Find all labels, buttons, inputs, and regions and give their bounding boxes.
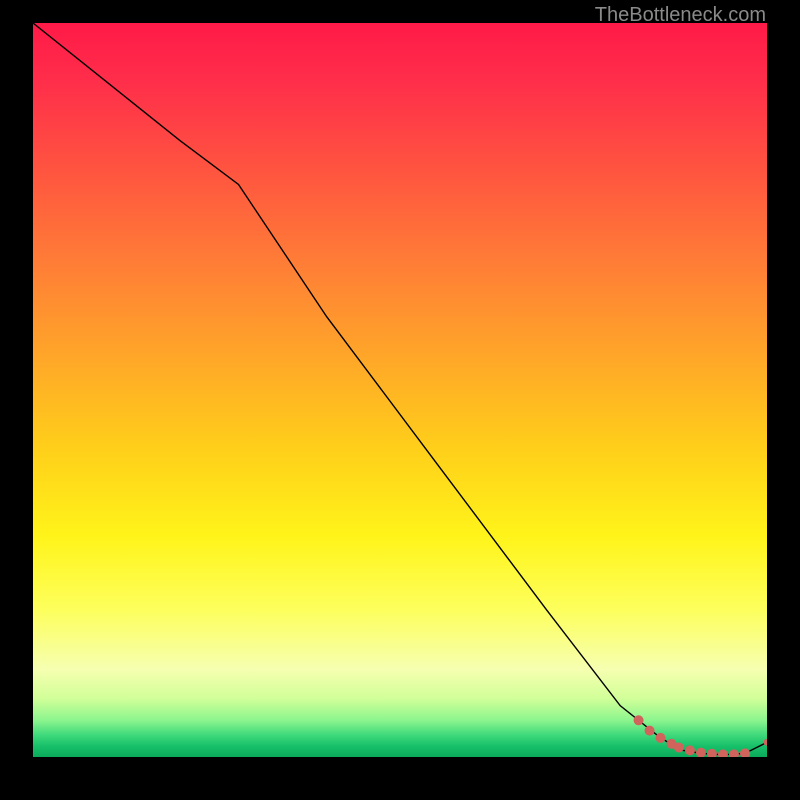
scatter-point: [685, 745, 695, 755]
scatter-point: [729, 749, 739, 757]
watermark-text: TheBottleneck.com: [595, 4, 766, 27]
scatter-point: [718, 749, 728, 757]
scatter-point: [674, 742, 684, 752]
plot-area: [33, 23, 767, 757]
curve-line: [33, 23, 767, 755]
scatter-point: [740, 748, 750, 757]
scatter-point: [707, 749, 717, 757]
scatter-point: [764, 739, 768, 746]
scatter-point: [645, 726, 655, 736]
highlighted-range: [634, 715, 767, 757]
scatter-point: [696, 748, 706, 757]
curve-layer: [33, 23, 767, 757]
bottleneck-curve: [33, 23, 767, 755]
chart-frame: TheBottleneck.com: [0, 0, 800, 800]
scatter-point: [634, 715, 644, 725]
scatter-point: [656, 733, 666, 743]
